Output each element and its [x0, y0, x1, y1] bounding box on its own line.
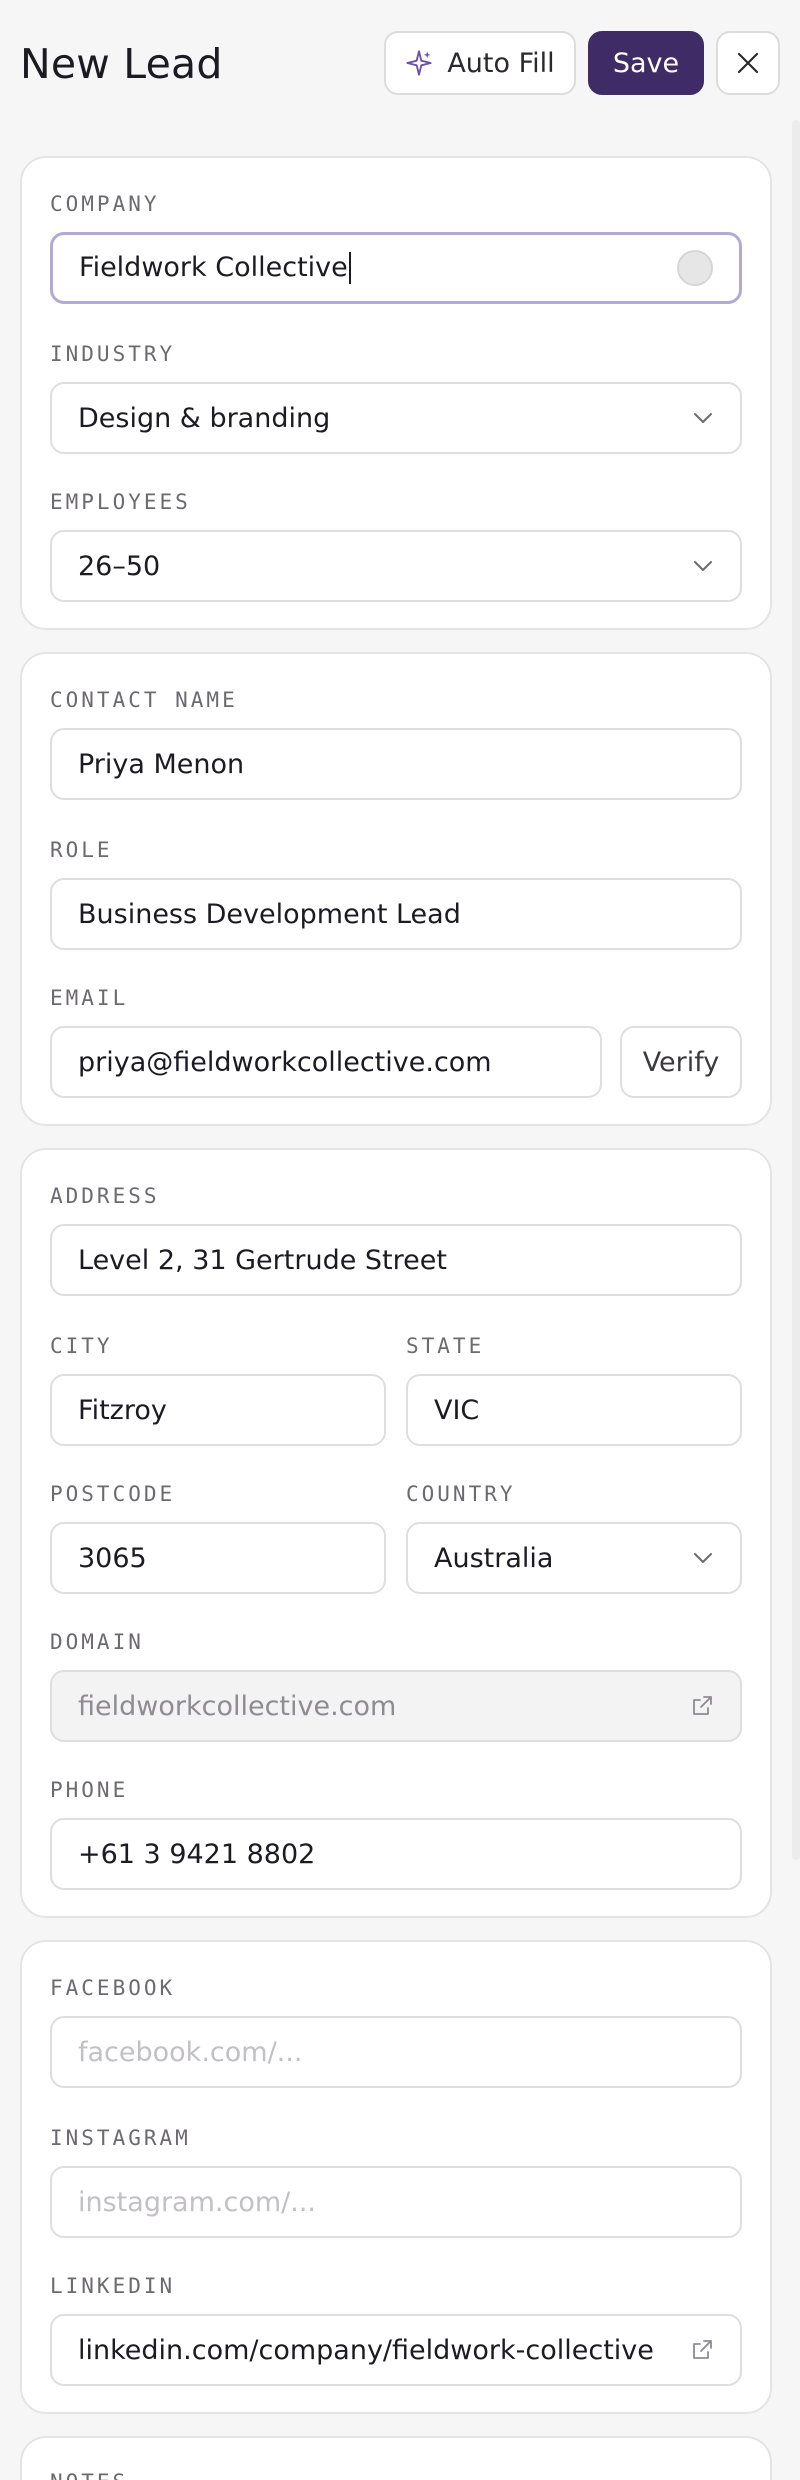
role-input[interactable]: Business Development Lead [50, 878, 742, 950]
postcode-input[interactable]: 3065 [50, 1522, 386, 1594]
address-input[interactable]: Level 2, 31 Gertrude Street [50, 1224, 742, 1296]
scrollbar[interactable] [792, 120, 800, 1860]
notes-card: NOTES [20, 2436, 772, 2480]
new-lead-page: New Lead Auto Fill Save COMPANY Fieldwor… [0, 0, 800, 2480]
address-card: ADDRESS Level 2, 31 Gertrude Street CITY… [20, 1148, 772, 1918]
instagram-input[interactable]: instagram.com/... [50, 2166, 742, 2238]
facebook-label: FACEBOOK [50, 1976, 176, 2000]
header-actions: Auto Fill Save [384, 31, 780, 95]
phone-label: PHONE [50, 1778, 129, 1802]
instagram-label: INSTAGRAM [50, 2126, 191, 2150]
auto-fill-button[interactable]: Auto Fill [384, 31, 576, 95]
company-card: COMPANY Fieldwork Collective INDUSTRY De… [20, 156, 772, 630]
address-value: Level 2, 31 Gertrude Street [78, 1244, 447, 1276]
address-label: ADDRESS [50, 1184, 160, 1208]
employees-label: EMPLOYEES [50, 490, 191, 514]
contact-name-input[interactable]: Priya Menon [50, 728, 742, 800]
email-input[interactable]: priya@fieldworkcollective.com [50, 1026, 602, 1098]
postcode-value: 3065 [78, 1542, 147, 1574]
country-value: Australia [434, 1542, 554, 1574]
domain-value: fieldworkcollective.com [78, 1690, 397, 1722]
auto-fill-label: Auto Fill [447, 47, 555, 79]
linkedin-value: linkedin.com/company/fieldwork-collectiv… [78, 2334, 654, 2366]
facebook-placeholder: facebook.com/... [78, 2036, 303, 2068]
save-button[interactable]: Save [588, 31, 704, 95]
city-input[interactable]: Fitzroy [50, 1374, 386, 1446]
company-input[interactable]: Fieldwork Collective [50, 232, 742, 304]
notes-label: NOTES [50, 2470, 128, 2480]
verify-button[interactable]: Verify [620, 1026, 742, 1098]
phone-input[interactable]: +61 3 9421 8802 [50, 1818, 742, 1890]
employees-value: 26–50 [78, 550, 161, 582]
contact-name-label: CONTACT NAME [50, 688, 238, 712]
domain-label: DOMAIN [50, 1630, 144, 1654]
chevron-down-icon [694, 1553, 712, 1563]
state-label: STATE [406, 1334, 485, 1358]
external-link-icon[interactable] [690, 2338, 714, 2362]
sparkle-icon [406, 50, 432, 76]
phone-value: +61 3 9421 8802 [78, 1838, 316, 1870]
country-label: COUNTRY [406, 1482, 516, 1506]
domain-field: fieldworkcollective.com [50, 1670, 742, 1742]
social-card: FACEBOOK facebook.com/... INSTAGRAM inst… [20, 1940, 772, 2414]
contact-card: CONTACT NAME Priya Menon ROLE Business D… [20, 652, 772, 1126]
industry-label: INDUSTRY [50, 342, 176, 366]
instagram-placeholder: instagram.com/... [78, 2186, 316, 2218]
linkedin-label: LINKEDIN [50, 2274, 176, 2298]
external-link-icon[interactable] [690, 1694, 714, 1718]
company-label: COMPANY [50, 192, 160, 216]
close-icon [737, 52, 759, 74]
company-value: Fieldwork Collective [79, 251, 348, 283]
state-input[interactable]: VIC [406, 1374, 742, 1446]
email-value: priya@fieldworkcollective.com [78, 1046, 492, 1078]
email-label: EMAIL [50, 986, 129, 1010]
state-value: VIC [434, 1394, 480, 1426]
contact-name-value: Priya Menon [78, 748, 245, 780]
chevron-down-icon [694, 561, 712, 571]
role-label: ROLE [50, 838, 113, 862]
page-title: New Lead [20, 40, 223, 88]
chevron-down-icon [694, 413, 712, 423]
linkedin-input[interactable]: linkedin.com/company/fieldwork-collectiv… [50, 2314, 742, 2386]
postcode-label: POSTCODE [50, 1482, 176, 1506]
text-caret [348, 252, 351, 285]
industry-select[interactable]: Design & branding [50, 382, 742, 454]
city-label: CITY [50, 1334, 113, 1358]
close-button[interactable] [716, 31, 780, 95]
role-value: Business Development Lead [78, 898, 461, 930]
facebook-input[interactable]: facebook.com/... [50, 2016, 742, 2088]
country-select[interactable]: Australia [406, 1522, 742, 1594]
employees-select[interactable]: 26–50 [50, 530, 742, 602]
city-value: Fitzroy [78, 1394, 167, 1426]
header: New Lead Auto Fill Save [0, 0, 800, 128]
clear-input-icon[interactable] [677, 250, 713, 286]
industry-value: Design & branding [78, 402, 331, 434]
